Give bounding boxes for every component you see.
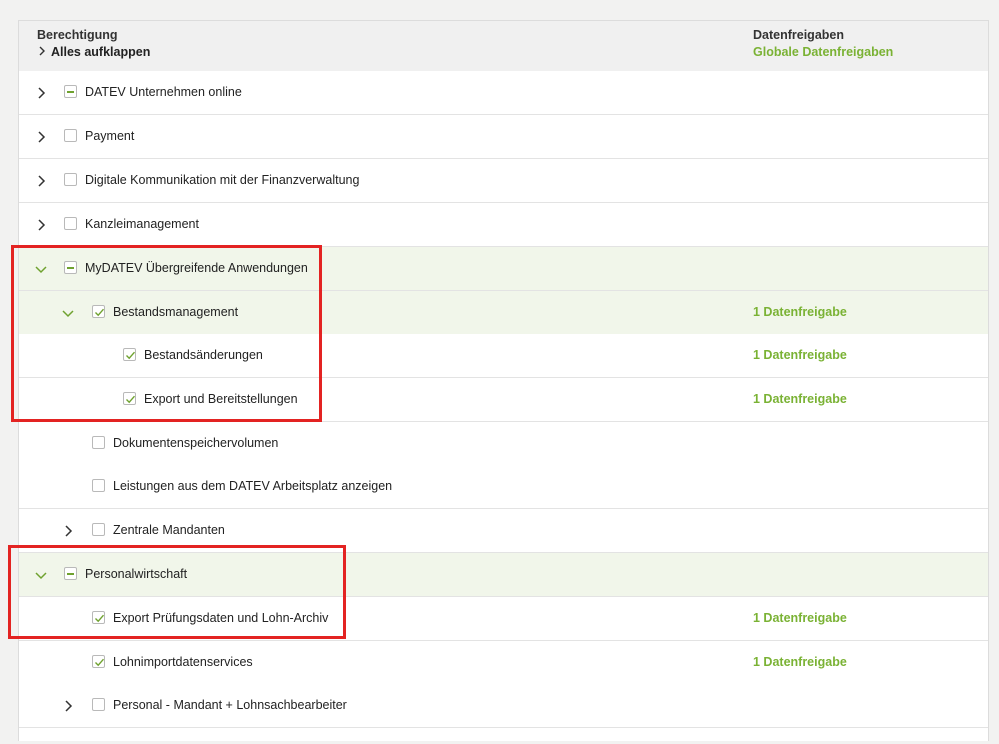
checkbox-unchecked[interactable] (92, 436, 105, 449)
minus-icon (67, 267, 74, 269)
tree-row[interactable]: Digitale Kommunikation mit der Finanzver… (19, 159, 988, 203)
row-label: Export und Bereitstellungen (144, 392, 298, 406)
checkmark-icon (95, 614, 105, 623)
expand-all-label: Alles aufklappen (51, 45, 151, 59)
row-label: Lohnimportdatenservices (113, 655, 253, 669)
checkbox-partial[interactable] (64, 567, 77, 580)
data-sharing-link[interactable]: 1 Datenfreigabe (753, 305, 847, 319)
data-sharing-link[interactable]: 1 Datenfreigabe (753, 655, 847, 669)
checkbox-unchecked[interactable] (92, 698, 105, 711)
row-label: Digitale Kommunikation mit der Finanzver… (85, 173, 360, 187)
chevron-right-icon[interactable] (32, 84, 50, 102)
tree-row[interactable]: Kanzleimanagement (19, 203, 988, 247)
chevron-right-icon (37, 45, 51, 59)
checkbox-unchecked[interactable] (64, 129, 77, 142)
expand-all-button[interactable]: Alles aufklappen (37, 45, 150, 59)
row-label: Export Prüfungsdaten und Lohn-Archiv (113, 611, 329, 625)
checkmark-icon (126, 351, 136, 360)
tree-row[interactable]: Leistungen aus dem DATEV Arbeitsplatz an… (19, 465, 988, 509)
tree-row[interactable]: Payment (19, 115, 988, 159)
chevron-right-icon[interactable] (59, 522, 77, 540)
checkbox-unchecked[interactable] (64, 173, 77, 186)
tree-row[interactable]: Export Prüfungsdaten und Lohn-Archiv 1 Da… (19, 597, 988, 641)
checkbox-checked[interactable] (123, 348, 136, 361)
row-label: Bestandsänderungen (144, 348, 263, 362)
chevron-down-icon[interactable] (59, 304, 77, 322)
tree-row[interactable]: DATEV Unternehmen online (19, 71, 988, 115)
checkbox-unchecked[interactable] (92, 479, 105, 492)
checkbox-partial[interactable] (64, 85, 77, 98)
checkbox-checked[interactable] (92, 305, 105, 318)
permission-column-title: Berechtigung (37, 28, 118, 42)
tree-row[interactable]: Lohnimportdatenservices 1 Datenfreigabe (19, 641, 988, 685)
row-label: Payment (85, 129, 135, 143)
minus-icon (67, 91, 74, 93)
row-label: MyDATEV Übergreifende Anwendungen (85, 261, 308, 275)
permissions-panel: Berechtigung Alles aufklappen Datenfreig… (18, 20, 989, 741)
chevron-right-icon[interactable] (32, 128, 50, 146)
row-label: Dokumentenspeichervolumen (113, 436, 279, 450)
data-sharing-link[interactable]: 1 Datenfreigabe (753, 611, 847, 625)
checkbox-partial[interactable] (64, 261, 77, 274)
row-label: Kanzleimanagement (85, 217, 199, 231)
row-label: Leistungen aus dem DATEV Arbeitsplatz an… (113, 479, 393, 493)
checkmark-icon (95, 308, 105, 317)
chevron-down-icon[interactable] (32, 260, 50, 278)
tree-row[interactable]: Zentrale Mandanten (19, 509, 988, 553)
checkbox-checked[interactable] (92, 611, 105, 624)
minus-icon (67, 573, 74, 575)
checkbox-unchecked[interactable] (92, 523, 105, 536)
global-data-sharing-link[interactable]: Globale Datenfreigaben (753, 45, 893, 59)
chevron-right-icon[interactable] (59, 697, 77, 715)
data-sharing-column-title: Datenfreigaben (753, 28, 844, 42)
tree-row[interactable]: Export und Bereitstellungen 1 Datenfreiga… (19, 378, 988, 422)
row-label: Personalwirtschaft (85, 567, 188, 581)
tree-row[interactable]: Dokumentenspeichervolumen (19, 422, 988, 466)
row-label: Personal - Mandant + Lohnsachbearbeiter (113, 698, 347, 712)
row-label: DATEV Unternehmen online (85, 85, 242, 99)
table-header: Berechtigung Alles aufklappen Datenfreig… (19, 21, 988, 72)
data-sharing-link[interactable]: 1 Datenfreigabe (753, 392, 847, 406)
chevron-right-icon[interactable] (32, 172, 50, 190)
checkbox-unchecked[interactable] (64, 217, 77, 230)
data-sharing-link[interactable]: 1 Datenfreigabe (753, 348, 847, 362)
chevron-down-icon[interactable] (32, 566, 50, 584)
row-label: Bestandsmanagement (113, 305, 239, 319)
checkbox-checked[interactable] (123, 392, 136, 405)
row-label: Zentrale Mandanten (113, 523, 225, 537)
tree-row[interactable]: Personalwirtschaft (19, 553, 988, 597)
tree-row[interactable]: Bestandsmanagement 1 Datenfreigabe (19, 291, 988, 335)
tree-row[interactable]: Bestandsänderungen 1 Datenfreigabe (19, 334, 988, 378)
tree-row[interactable]: MyDATEV Übergreifende Anwendungen (19, 247, 988, 291)
chevron-right-icon[interactable] (32, 216, 50, 234)
checkbox-checked[interactable] (92, 655, 105, 668)
tree-row[interactable]: Personal - Mandant + Lohnsachbearbeiter (19, 684, 988, 728)
checkmark-icon (95, 658, 105, 667)
checkmark-icon (126, 395, 136, 404)
